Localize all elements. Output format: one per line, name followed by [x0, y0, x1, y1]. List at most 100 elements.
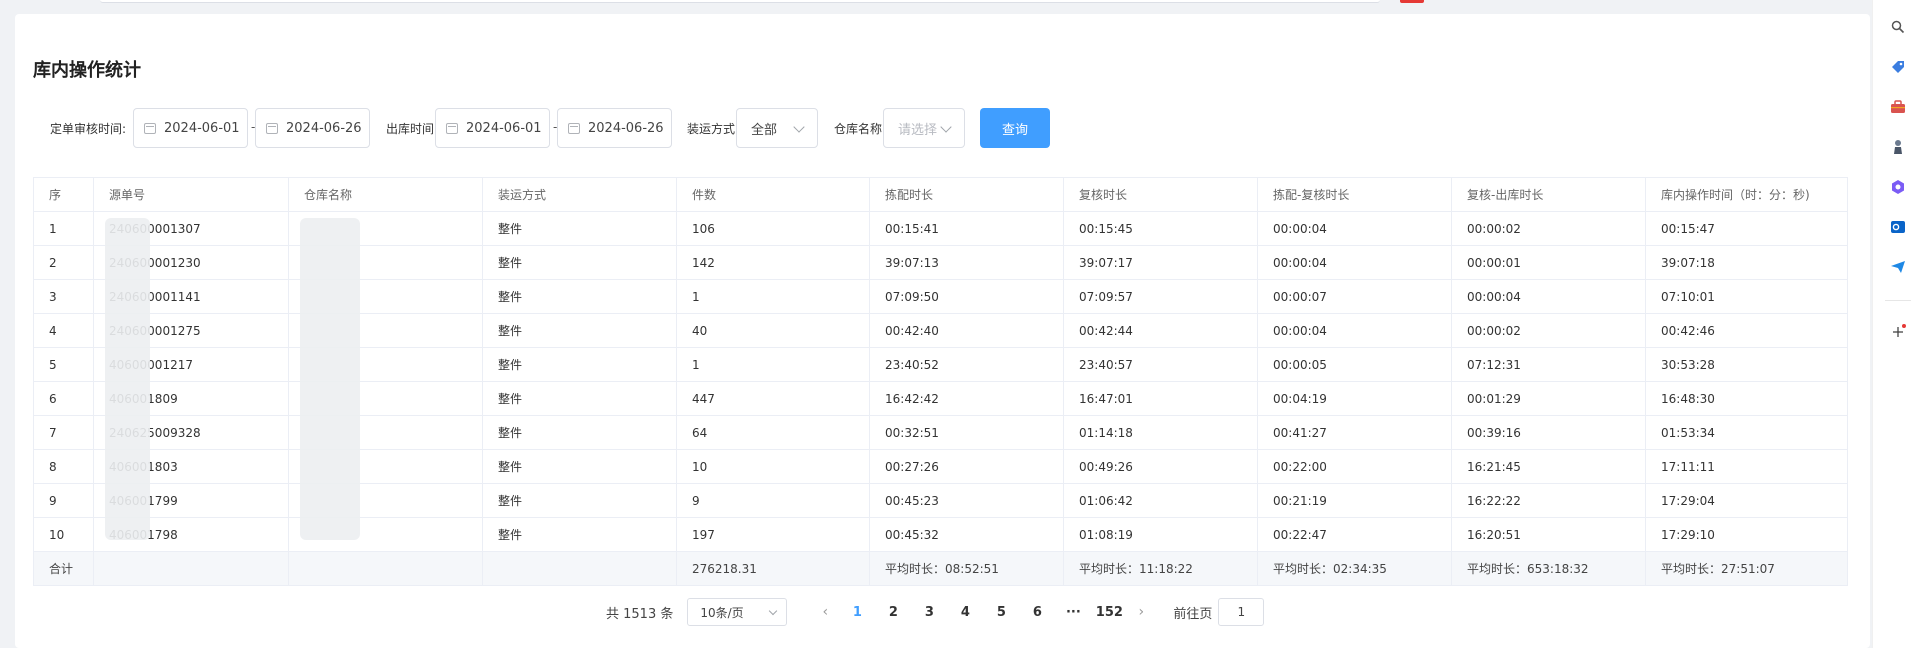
calendar-icon [144, 122, 156, 134]
page-ellipsis[interactable]: ··· [1055, 605, 1091, 620]
outbound-start-date[interactable]: 2024-06-01 [435, 108, 550, 148]
cell-review: 01:14:18 [1063, 415, 1258, 450]
send-icon[interactable] [1890, 259, 1906, 275]
cell-pick-review: 00:22:47 [1257, 517, 1452, 552]
chess-icon[interactable] [1890, 139, 1906, 155]
next-page-icon[interactable]: › [1127, 604, 1155, 620]
cell-pick-review: 00:00:05 [1257, 347, 1452, 382]
prev-page-icon[interactable]: ‹ [811, 604, 839, 620]
audit-start-date[interactable]: 2024-06-01 [133, 108, 248, 148]
query-button[interactable]: 查询 [980, 108, 1050, 148]
cell-review-out: 00:00:01 [1451, 245, 1646, 280]
cell-review-out: 07:12:31 [1451, 347, 1646, 382]
address-bar-edge[interactable] [100, 0, 1380, 3]
header-pick-duration: 拣配时长 [869, 177, 1064, 212]
cell-pick-review: 00:00:04 [1257, 313, 1452, 348]
warehouse-select[interactable]: 请选择 [883, 108, 965, 148]
goto-label: 前往页 [1173, 606, 1213, 622]
page-number[interactable]: 3 [911, 605, 947, 620]
header-review-duration: 复核时长 [1063, 177, 1258, 212]
audit-end-date[interactable]: 2024-06-26 [255, 108, 370, 148]
sidebar-divider [1885, 300, 1911, 301]
cell-index: 7 [33, 415, 94, 450]
header-order: 源单号 [93, 177, 289, 212]
cell-qty: 1 [676, 347, 870, 382]
outbound-end-value: 2024-06-26 [588, 120, 664, 136]
filter-bar: 定单审核时间: 2024-06-01 - 2024-06-26 出库时间: 20… [42, 108, 1342, 148]
header-index: 序 [33, 177, 94, 212]
browser-top-strip [0, 0, 1872, 8]
cell-review: 23:40:57 [1063, 347, 1258, 382]
shipping-value: 全部 [751, 122, 778, 138]
cell-index: 9 [33, 483, 94, 518]
header-warehouse: 仓库名称 [288, 177, 483, 212]
cell-qty: 9 [676, 483, 870, 518]
page-number[interactable]: 6 [1019, 605, 1055, 620]
browser-sidebar [1872, 0, 1920, 648]
goto-page-input[interactable]: 1 [1218, 598, 1265, 626]
cell-shipping: 整件 [482, 313, 677, 348]
add-icon[interactable] [1890, 324, 1906, 340]
header-shipping: 装运方式 [482, 177, 677, 212]
page-size-value: 10条/页 [700, 605, 744, 620]
outbound-time-label: 出库时间: [386, 122, 439, 136]
cell-review-out: 00:39:16 [1451, 415, 1646, 450]
cell-review-out: 16:21:45 [1451, 449, 1646, 484]
cell-shipping: 整件 [482, 381, 677, 416]
cell-pick: 00:45:23 [869, 483, 1064, 518]
tag-icon[interactable] [1890, 59, 1906, 75]
page-title: 库内操作统计 [33, 60, 141, 81]
summary-review: 平均时长：11:18:22 [1063, 551, 1258, 586]
cell-review: 39:07:17 [1063, 245, 1258, 280]
calendar-icon [446, 122, 458, 134]
warehouse-label: 仓库名称: [834, 122, 887, 136]
shipping-select[interactable]: 全部 [736, 108, 818, 148]
toolbox-icon[interactable] [1890, 99, 1906, 115]
cell-index: 3 [33, 279, 94, 314]
page-last[interactable]: 152 [1091, 605, 1127, 620]
cell-qty: 106 [676, 211, 870, 246]
cell-qty: 447 [676, 381, 870, 416]
cell-total: 01:53:34 [1645, 415, 1848, 450]
shipping-label: 装运方式: [687, 122, 740, 136]
summary-total: 平均时长：27:51:07 [1645, 551, 1848, 586]
cell-total: 17:11:11 [1645, 449, 1848, 484]
redaction-mask [300, 218, 360, 540]
chevron-down-icon [793, 121, 805, 133]
cell-review-out: 00:00:04 [1451, 279, 1646, 314]
cell-review: 07:09:57 [1063, 279, 1258, 314]
page-number[interactable]: 1 [839, 605, 875, 620]
cell-index: 10 [33, 517, 94, 552]
summary-pick: 平均时长：08:52:51 [869, 551, 1064, 586]
cell-review-out: 00:01:29 [1451, 381, 1646, 416]
page-number[interactable]: 4 [947, 605, 983, 620]
cell-review-out: 00:00:02 [1451, 211, 1646, 246]
cell-qty: 64 [676, 415, 870, 450]
summary-review-out: 平均时长：653:18:32 [1451, 551, 1646, 586]
cell-total: 00:15:47 [1645, 211, 1848, 246]
cell-pick-review: 00:00:04 [1257, 211, 1452, 246]
header-quantity: 件数 [676, 177, 870, 212]
cell-total: 30:53:28 [1645, 347, 1848, 382]
cell-pick: 00:15:41 [869, 211, 1064, 246]
page-number[interactable]: 2 [875, 605, 911, 620]
audit-end-value: 2024-06-26 [286, 120, 362, 136]
copilot-icon[interactable] [1890, 179, 1906, 195]
cell-index: 6 [33, 381, 94, 416]
cell-pick: 16:42:42 [869, 381, 1064, 416]
cell-pick: 23:40:52 [869, 347, 1064, 382]
tab-indicator [1400, 0, 1424, 3]
page-size-select[interactable]: 10条/页 [687, 598, 788, 626]
cell-review-out: 16:22:22 [1451, 483, 1646, 518]
outbound-end-date[interactable]: 2024-06-26 [557, 108, 672, 148]
cell-shipping: 整件 [482, 347, 677, 382]
cell-qty: 1 [676, 279, 870, 314]
cell-review-out: 00:00:02 [1451, 313, 1646, 348]
cell-shipping: 整件 [482, 245, 677, 280]
cell-total: 16:48:30 [1645, 381, 1848, 416]
page-number[interactable]: 5 [983, 605, 1019, 620]
page-numbers: 123456 [839, 605, 1055, 620]
outlook-icon[interactable] [1890, 219, 1906, 235]
search-icon[interactable] [1890, 19, 1906, 35]
cell-pick: 00:45:32 [869, 517, 1064, 552]
